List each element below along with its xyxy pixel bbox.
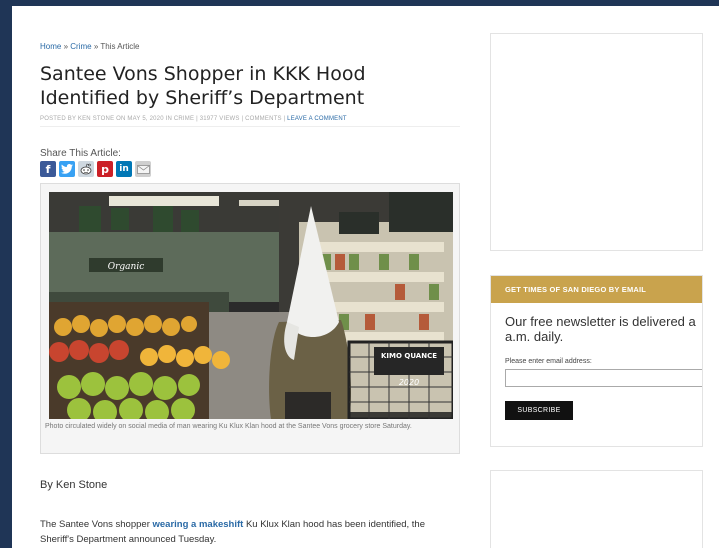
linkedin-icon[interactable]: in [116,161,132,177]
email-label: Please enter email address: [505,358,592,365]
photo-sign-kimo: KIMO QUANCE [381,352,437,360]
reddit-icon[interactable] [78,161,94,177]
breadcrumb: Home » Crime » This Article [40,42,139,51]
newsletter-text: Our free newsletter is delivered a a.m. … [505,314,702,344]
sidebar-ad-slot-2 [490,470,703,548]
article-photo[interactable]: Organic KIMO QUANCE 2020 [49,192,453,419]
breadcrumb-home-link[interactable]: Home [40,42,61,51]
newsletter-text-line2: a.m. daily. [505,329,564,344]
article-meta-text: Posted by Ken Stone on May 5, 2020 in Cr… [40,116,288,122]
breadcrumb-separator: » [61,42,71,51]
share-icons: f p in [40,161,151,177]
share-label: Share This Article: [40,148,121,159]
breadcrumb-crime-link[interactable]: Crime [70,42,91,51]
byline: By Ken Stone [40,479,108,491]
photo-caption: Photo circulated widely on social media … [45,423,412,430]
article-body-paragraph: The Santee Vons shopper wearing a makesh… [40,517,460,547]
photo-sign-year: 2020 [399,378,419,387]
article-figure: Organic KIMO QUANCE 2020 Photo circulate… [40,183,460,454]
body-text-part1: The Santee Vons shopper [40,519,153,530]
email-input[interactable] [505,369,702,387]
leave-comment-link[interactable]: Leave a Comment [287,116,347,122]
newsletter-text-line1: Our free newsletter is delivered a [505,314,696,329]
newsletter-widget: Get Times of San Diego by Email Our free… [490,275,703,447]
article-meta: Posted by Ken Stone on May 5, 2020 in Cr… [40,116,460,127]
sidebar-ad-slot [490,33,703,251]
twitter-icon[interactable] [59,161,75,177]
article-title: Santee Vons Shopper in KKK Hood Identifi… [40,63,366,109]
wearing-a-makeshift-link[interactable]: wearing a makeshift [153,519,244,530]
facebook-icon[interactable]: f [40,161,56,177]
breadcrumb-current: This Article [100,42,140,51]
pinterest-icon[interactable]: p [97,161,113,177]
email-icon[interactable] [135,161,151,177]
page: Home » Crime » This Article Santee Vons … [12,6,719,548]
subscribe-button[interactable]: Subscribe [505,401,573,420]
newsletter-header: Get Times of San Diego by Email [491,276,702,303]
photo-sign-organic: Organic [108,262,145,272]
